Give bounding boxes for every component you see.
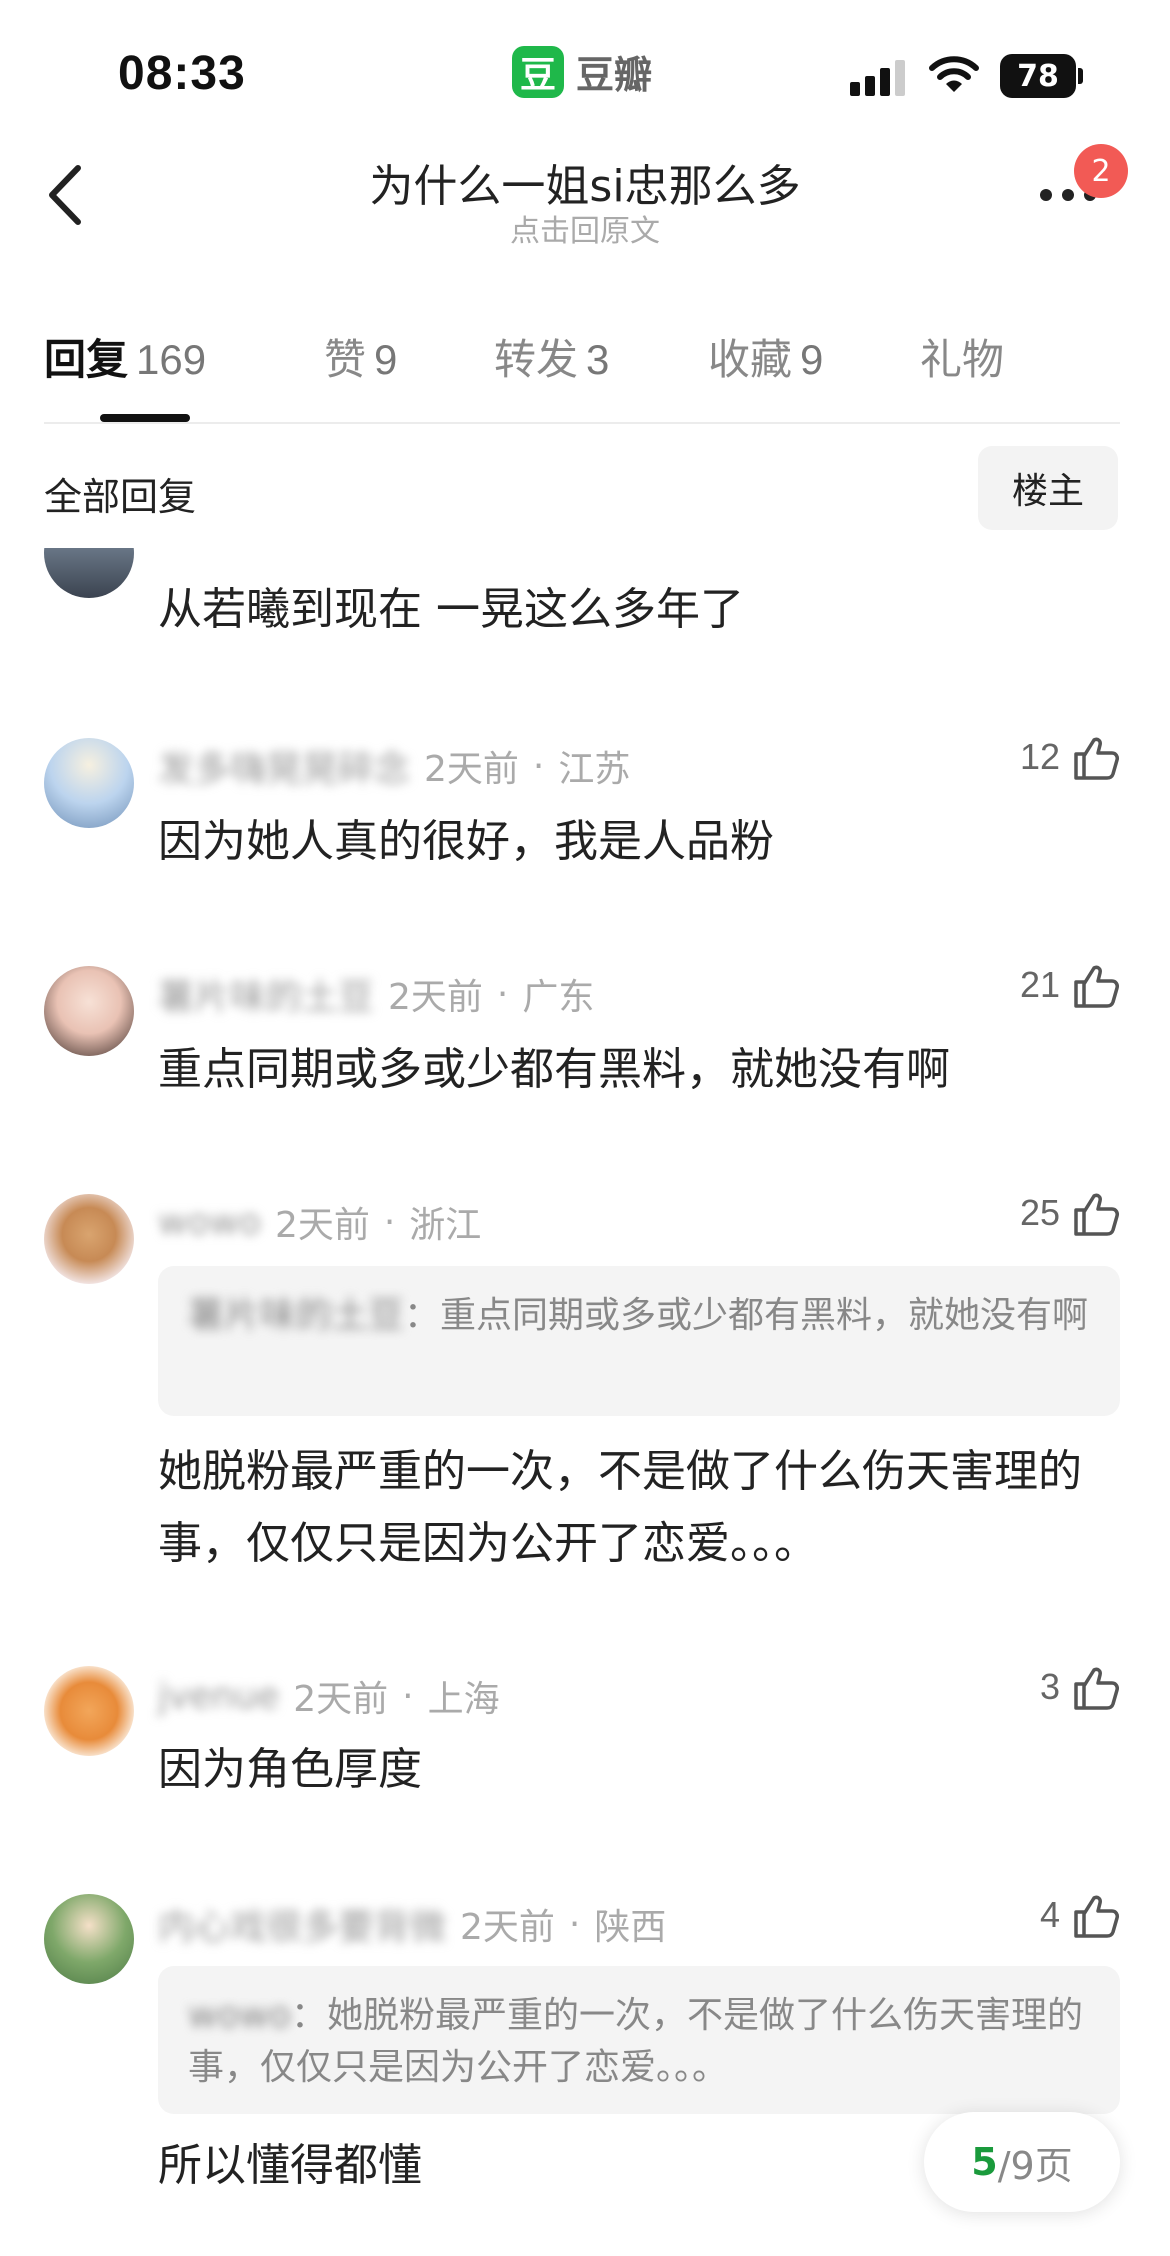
thumbs-up-icon xyxy=(1074,1667,1119,1710)
comment-time: 2天前 xyxy=(274,1205,370,1246)
like-button[interactable]: 3 xyxy=(1040,1662,1120,1712)
quoted-reply[interactable]: wowo：她脱粉最严重的一次，不是做了什么伤天害理的事，仅仅只是因为公开了恋爱。… xyxy=(158,1966,1120,2114)
comment-location: 陕西 xyxy=(594,1907,667,1948)
battery-icon: 78 xyxy=(1000,54,1084,98)
comment-author[interactable]: 内心戏很多要背微 xyxy=(158,1898,446,1950)
comment-location: 广东 xyxy=(522,977,595,1018)
wifi-icon xyxy=(929,56,979,92)
comment-text: 从若曦到现在 一晃这么多年了 xyxy=(158,584,744,635)
like-count: 21 xyxy=(1019,964,1060,1005)
comment-time: 2天前 xyxy=(293,1679,389,1720)
thumbs-up-icon xyxy=(1074,1895,1119,1938)
thumbs-up-icon xyxy=(1074,1193,1119,1236)
status-time: 08:33 xyxy=(118,47,246,100)
comment-text: 重点同期或多或少都有黑料，就她没有啊 xyxy=(158,1044,950,1095)
like-count: 12 xyxy=(1019,736,1060,777)
comment-time: 2天前 xyxy=(460,1907,555,1948)
comment-meta: 内心戏很多要背微 2天前 · 陕西 xyxy=(158,1898,666,1950)
avatar[interactable] xyxy=(44,738,134,828)
comment-text: 因为角色厚度 xyxy=(158,1744,422,1795)
avatar[interactable] xyxy=(44,548,134,598)
comment-time: 2天前 xyxy=(388,977,483,1018)
tabs-divider xyxy=(44,422,1120,424)
avatar[interactable] xyxy=(44,1894,134,1984)
comment-author[interactable]: 薯片味的土豆 xyxy=(158,968,374,1020)
comment-location: 上海 xyxy=(427,1679,500,1720)
thumbs-up-icon xyxy=(1074,965,1119,1008)
like-button[interactable]: 12 xyxy=(1020,732,1120,782)
comment-location: 江苏 xyxy=(558,749,631,790)
notification-badge: 2 xyxy=(1074,144,1128,198)
tab-likes[interactable]: 赞9 xyxy=(324,326,397,387)
battery-level: 78 xyxy=(1000,54,1076,98)
tab-collections[interactable]: 收藏 9 xyxy=(708,326,823,387)
page-indicator[interactable]: 5/9页 xyxy=(924,2112,1120,2212)
page-title[interactable]: 为什么一姐si忠那么多 xyxy=(0,150,1170,214)
total-pages: /9页 xyxy=(997,2143,1073,2188)
comment-meta: 发多嗨晃晃碎念 2天前 · 江苏 xyxy=(158,740,630,792)
quoted-reply[interactable]: 薯片味的土豆：重点同期或多或少都有黑料，就她没有啊 xyxy=(158,1266,1120,1416)
like-button[interactable]: 4 xyxy=(1040,1890,1120,1940)
quoted-author: 薯片味的土豆 xyxy=(188,1295,405,1336)
tab-gifts[interactable]: 礼物 xyxy=(920,326,1004,387)
quoted-author: wowo xyxy=(188,1995,291,2036)
thumbs-up-icon xyxy=(1074,737,1119,780)
app-name: 豆瓣 xyxy=(576,53,653,97)
tab-reposts[interactable]: 转发 3 xyxy=(494,326,609,387)
avatar[interactable] xyxy=(44,966,134,1056)
app-return-badge[interactable]: 豆 豆瓣 xyxy=(512,44,652,99)
like-button[interactable]: 25 xyxy=(1020,1188,1120,1238)
current-page: 5 xyxy=(971,2140,998,2184)
comment-location: 浙江 xyxy=(409,1205,482,1246)
like-count: 3 xyxy=(1039,1666,1060,1707)
avatar[interactable] xyxy=(44,1666,134,1756)
like-button[interactable]: 21 xyxy=(1020,960,1120,1010)
active-tab-indicator xyxy=(100,414,190,422)
comment-time: 2天前 xyxy=(424,749,519,790)
op-only-filter-button[interactable]: 楼主 xyxy=(978,446,1118,530)
comment-meta: 薯片味的土豆 2天前 · 广东 xyxy=(158,968,594,1020)
quoted-text: 重点同期或多或少都有黑料，就她没有啊 xyxy=(440,1295,1089,1336)
tab-replies[interactable]: 回复 169 xyxy=(44,326,206,387)
comment-author[interactable]: 发多嗨晃晃碎念 xyxy=(158,740,410,792)
douban-logo-icon: 豆 xyxy=(512,45,564,98)
back-to-original-link[interactable]: 点击回原文 xyxy=(0,206,1170,250)
avatar[interactable] xyxy=(44,1194,134,1284)
comment-text: 她脱粉最严重的一次，不是做了什么伤天害理的事，仅仅只是因为公开了恋爱。。。 xyxy=(158,1446,1082,1569)
quoted-text: 她脱粉最严重的一次，不是做了什么伤天害理的事，仅仅只是因为公开了恋爱。。。 xyxy=(188,1995,1083,2088)
all-replies-label: 全部回复 xyxy=(44,475,197,519)
comment-meta: wowo 2天前 · 浙江 xyxy=(158,1196,481,1248)
like-count: 25 xyxy=(1019,1192,1060,1233)
comment-meta: jvenue 2天前 · 上海 xyxy=(158,1670,500,1722)
comment-author[interactable]: jvenue xyxy=(158,1676,279,1717)
comment-text: 因为她人真的很好，我是人品粉 xyxy=(158,816,774,867)
cellular-signal-icon xyxy=(850,58,908,96)
comment-author[interactable]: wowo xyxy=(158,1202,261,1243)
like-count: 4 xyxy=(1039,1894,1060,1935)
